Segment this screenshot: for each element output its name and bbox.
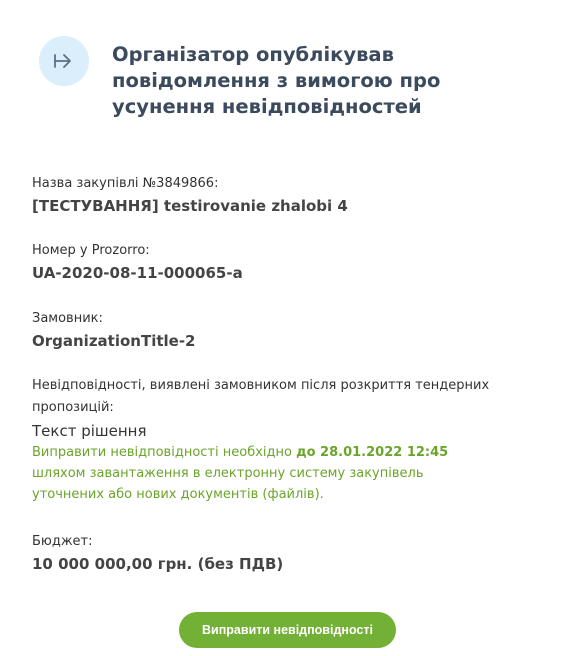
prozorro-field: Номер у Prozorro: UA-2020-08-11-000065-a — [32, 240, 532, 284]
notice-text-start: Виправити невідповідності необхідно — [32, 445, 297, 460]
budget-label: Бюджет: — [32, 534, 93, 549]
notice-text-end: шляхом завантаження в електронну систему… — [32, 466, 424, 502]
discrepancies-value: Текст рішення — [32, 422, 147, 440]
procurement-value: [ТЕСТУВАННЯ] testirovanie zhalobi 4 — [32, 197, 348, 215]
customer-label: Замовник: — [32, 311, 103, 326]
page-title: Організатор опублікував повідомлення з в… — [112, 43, 441, 118]
procurement-label: Назва закупівлі №3849866: — [32, 176, 219, 191]
prozorro-label: Номер у Prozorro: — [32, 243, 150, 258]
arrow-right-to-bar-icon — [54, 54, 71, 68]
deadline: до 28.01.2022 12:45 — [296, 445, 449, 460]
budget-field: Бюджет: 10 000 000,00 грн. (без ПДВ) — [32, 531, 532, 575]
customer-value: OrganizationTitle-2 — [32, 332, 196, 350]
procurement-field: Назва закупівлі №3849866: [ТЕСТУВАННЯ] t… — [32, 173, 532, 217]
fix-discrepancies-button[interactable]: Виправити невідповідності — [179, 612, 396, 648]
customer-field: Замовник: OrganizationTitle-2 — [32, 308, 532, 352]
discrepancies-label: Невідповідності, виявлені замовником піс… — [32, 378, 490, 415]
icon-badge — [39, 36, 89, 86]
discrepancies-field: Невідповідності, виявлені замовником піс… — [32, 375, 492, 505]
correction-notice: Виправити невідповідності необхідно до 2… — [32, 442, 492, 505]
budget-value: 10 000 000,00 грн. (без ПДВ) — [32, 555, 284, 573]
prozorro-value: UA-2020-08-11-000065-a — [32, 264, 243, 282]
